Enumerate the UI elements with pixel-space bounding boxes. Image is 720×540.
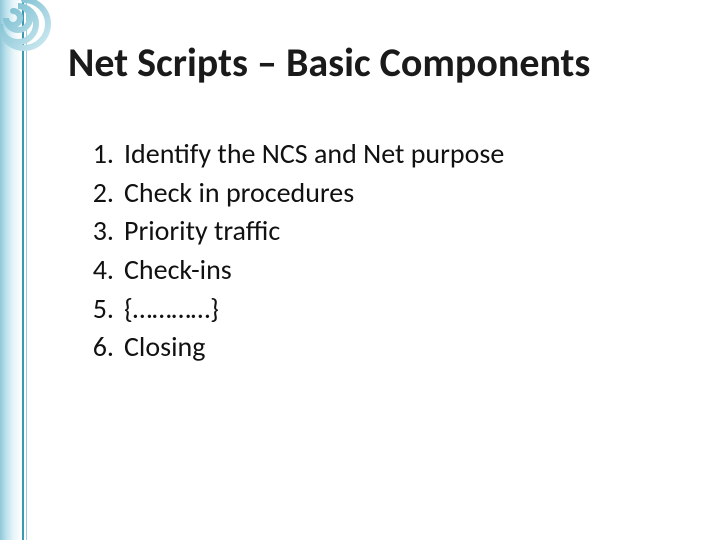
list-item: 4. Check-ins <box>76 251 504 290</box>
list-item: 5. {…………} <box>76 290 504 329</box>
stripe-line-light <box>26 0 27 540</box>
list-item-number: 1. <box>76 135 124 174</box>
list-item-text: Priority traffic <box>124 212 280 251</box>
list-item-number: 6. <box>76 328 124 367</box>
list-item: 3. Priority traffic <box>76 212 504 251</box>
list-item-text: {…………} <box>124 290 219 329</box>
stripe-gradient <box>0 0 22 540</box>
numbered-list: 1. Identify the NCS and Net purpose 2. C… <box>76 135 504 367</box>
list-item-number: 3. <box>76 212 124 251</box>
list-item-number: 4. <box>76 251 124 290</box>
swirl-icon <box>0 0 54 54</box>
left-stripe <box>0 0 28 540</box>
list-item-text: Check in procedures <box>124 174 354 213</box>
list-item: 1. Identify the NCS and Net purpose <box>76 135 504 174</box>
list-item-text: Closing <box>124 328 205 367</box>
list-item: 6. Closing <box>76 328 504 367</box>
list-item-number: 2. <box>76 174 124 213</box>
list-item-number: 5. <box>76 290 124 329</box>
list-item: 2. Check in procedures <box>76 174 504 213</box>
slide-title: Net Scripts – Basic Components <box>68 38 690 87</box>
list-item-text: Identify the NCS and Net purpose <box>124 135 504 174</box>
slide: Net Scripts – Basic Components 1. Identi… <box>0 0 720 540</box>
stripe-line-dark <box>22 0 24 540</box>
list-item-text: Check-ins <box>124 251 232 290</box>
